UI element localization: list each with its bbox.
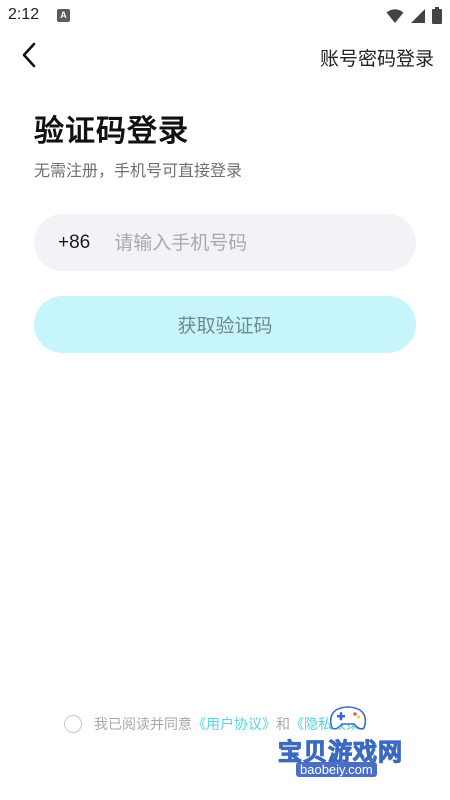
page-subtitle: 无需注册，手机号可直接登录 bbox=[34, 161, 243, 180]
chevron-left-icon bbox=[21, 42, 37, 72]
phone-input[interactable] bbox=[114, 231, 375, 254]
phone-field: +86 bbox=[34, 214, 416, 271]
battery-icon bbox=[432, 7, 442, 28]
country-code[interactable]: +86 bbox=[58, 232, 90, 254]
page-title: 验证码登录 bbox=[34, 114, 189, 149]
status-bar: 2:12 A bbox=[0, 0, 450, 34]
back-button[interactable] bbox=[14, 42, 44, 72]
signal-icon bbox=[410, 8, 426, 28]
password-login-link[interactable]: 账号密码登录 bbox=[320, 44, 434, 71]
wifi-icon bbox=[386, 8, 404, 28]
agreement-prefix: 我已阅读并同意 bbox=[94, 717, 192, 733]
get-code-button[interactable]: 获取验证码 bbox=[34, 296, 416, 353]
notification-a-icon: A bbox=[57, 9, 70, 22]
status-time: 2:12 bbox=[8, 6, 40, 23]
agreement-checkbox[interactable] bbox=[64, 715, 82, 733]
watermark: 宝贝游戏网 baobeiy.com bbox=[278, 702, 418, 782]
watermark-url: baobeiy.com bbox=[296, 762, 377, 777]
status-icons bbox=[386, 7, 442, 28]
user-agreement-link[interactable]: 《用户协议》 bbox=[192, 714, 276, 734]
nav-bar: 账号密码登录 bbox=[0, 34, 450, 80]
